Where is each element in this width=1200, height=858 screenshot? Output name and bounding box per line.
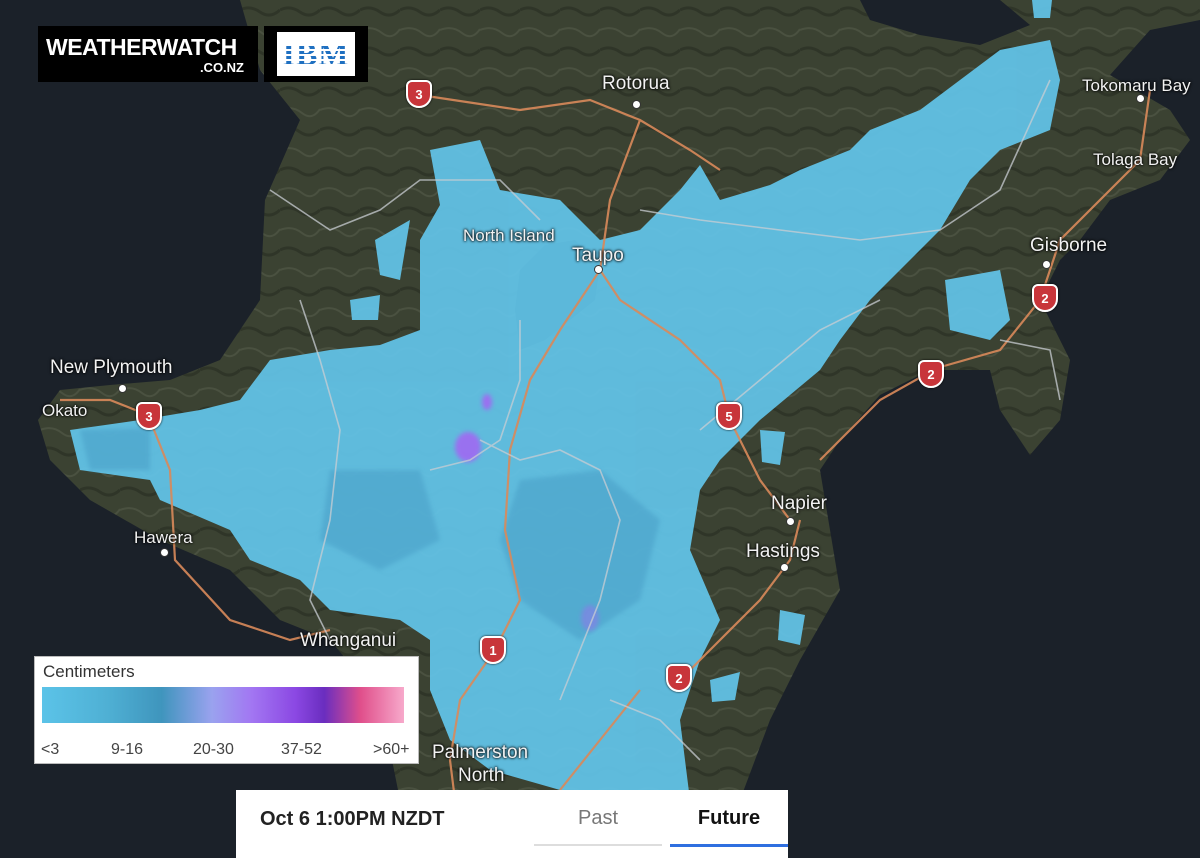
place-label: Rotorua (602, 73, 670, 94)
place-dot (160, 548, 169, 557)
tab-past[interactable]: Past (534, 790, 662, 846)
weatherwatch-logo: WEATHERWATCH .CO.NZ (38, 26, 258, 82)
ibm-logo-box: IBM (277, 32, 355, 76)
highway-shield: 2 (918, 360, 944, 388)
ibm-wordmark: IBM (282, 35, 350, 72)
legend-title: Centimeters (43, 662, 135, 681)
legend-tick: 20-30 (193, 741, 234, 758)
place-label: Napier (771, 493, 827, 514)
highway-shield: 2 (666, 664, 692, 692)
place-label: Gisborne (1030, 235, 1108, 256)
legend-color-bar (42, 687, 404, 723)
tab-future-active-indicator (670, 844, 788, 847)
place-dot (1136, 94, 1145, 103)
place-label: North Island (463, 226, 555, 245)
legend-ticks: <3 9-16 20-30 37-52 >60+ (41, 741, 418, 761)
legend-tick: 9-16 (111, 741, 144, 758)
weatherwatch-domain: .CO.NZ (199, 60, 244, 75)
highway-shield: 3 (136, 402, 162, 430)
place-label: New Plymouth (50, 357, 173, 378)
current-time-label: Oct 6 1:00PM NZDT (260, 808, 445, 830)
place-label: Hastings (746, 541, 820, 562)
place-label: Palmerston (432, 742, 529, 763)
place-label: Whanganui (300, 630, 397, 651)
tab-future[interactable]: Future (670, 790, 788, 846)
ibm-logo: IBM (264, 26, 368, 82)
highway-shield: 1 (480, 636, 506, 664)
weatherwatch-wordmark: WEATHERWATCH (46, 34, 237, 60)
highway-shield: 5 (716, 402, 742, 430)
place-label: Tokomaru Bay (1082, 76, 1191, 95)
place-label: Okato (42, 401, 88, 420)
place-dot (632, 100, 641, 109)
legend-tick: <3 (41, 741, 60, 758)
highway-shield: 3 (406, 80, 432, 108)
place-label: Taupo (572, 245, 624, 266)
place-dot (594, 265, 603, 274)
place-dot (1042, 260, 1051, 269)
legend-tick: 37-52 (281, 741, 322, 758)
place-dot (780, 563, 789, 572)
legend-tick: >60+ (373, 741, 410, 758)
place-dot (786, 517, 795, 526)
tab-past-underline (534, 844, 662, 846)
place-dot (118, 384, 127, 393)
highway-shield: 2 (1032, 284, 1058, 312)
place-label: Hawera (134, 528, 193, 547)
place-label: North (458, 765, 505, 786)
place-label: Tolaga Bay (1093, 150, 1178, 169)
precip-legend: Centimeters <3 9-16 20-30 37-52 >60+ (34, 656, 419, 764)
time-panel: Oct 6 1:00PM NZDT Past Future (236, 790, 788, 858)
